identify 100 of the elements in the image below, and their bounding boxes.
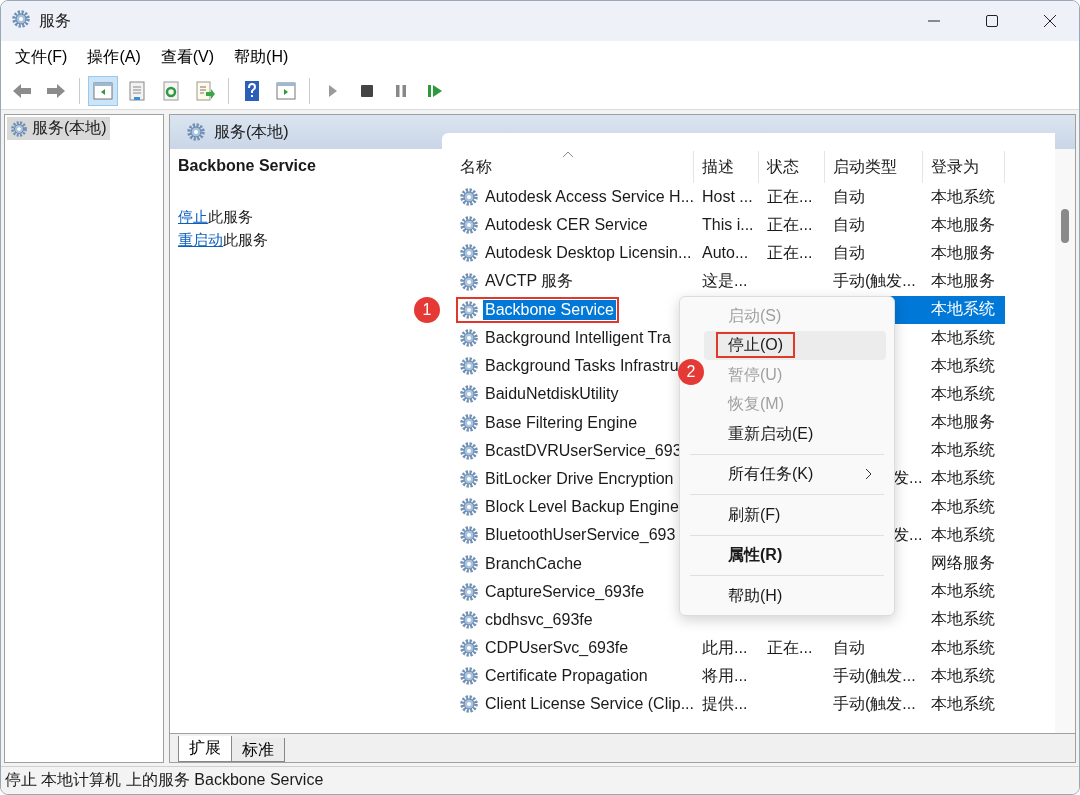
service-name-cell[interactable]: Background Tasks Infrastru	[483, 356, 681, 377]
service-name-cell[interactable]: cbdhsvc_693fe	[483, 609, 595, 630]
gear-icon	[459, 328, 479, 349]
context-menu-item[interactable]: 刷新(F)	[704, 500, 886, 530]
table-cell-text: 此用...	[702, 637, 748, 658]
gear-icon	[459, 553, 479, 574]
window-title: 服务	[39, 10, 72, 31]
menu-item[interactable]: 帮助(H)	[226, 43, 297, 71]
service-name-cell[interactable]: BranchCache	[483, 553, 584, 574]
table-cell-text: 正在...	[767, 214, 813, 235]
column-header[interactable]: 状态	[759, 151, 825, 183]
gear-icon	[459, 694, 479, 715]
service-name-cell[interactable]: Client License Service (Clip...	[483, 694, 696, 715]
tree-item[interactable]: 服务(本地)	[7, 117, 110, 140]
table-cell-text: 网络服务	[931, 553, 995, 574]
table-cell-text: 手动(触发...	[833, 271, 916, 292]
table-cell-text: 本地系统	[931, 496, 995, 517]
close-icon	[1043, 14, 1057, 28]
status-text: 停止 本地计算机 上的服务 Backbone Service	[1, 766, 1079, 794]
export-list-icon	[194, 80, 216, 102]
service-name-cell[interactable]: BaiduNetdiskUtility	[483, 384, 621, 405]
service-name-cell[interactable]: Autodesk Desktop Licensin...	[483, 243, 694, 264]
gear-icon	[459, 215, 479, 236]
annotation-badge: 1	[414, 296, 440, 323]
table-cell-text: 本地服务	[931, 271, 995, 292]
service-name-cell[interactable]: CDPUserSvc_693fe	[483, 638, 631, 659]
table-cell-text: 正在...	[767, 186, 813, 207]
action-link[interactable]: 停止	[178, 208, 208, 225]
table-cell-text: 本地系统	[931, 693, 995, 714]
column-header[interactable]: 登录为	[923, 151, 1005, 183]
column-header[interactable]: 描述	[694, 151, 759, 183]
table-cell-text: 本地服务	[931, 242, 995, 263]
service-name-cell[interactable]: BitLocker Drive Encryption	[483, 468, 676, 489]
service-name-cell[interactable]: Backbone Service	[483, 299, 616, 320]
window-pane-icon	[92, 80, 114, 102]
table-cell-text: 本地系统	[931, 581, 995, 602]
table-cell-text: 发...	[893, 524, 923, 545]
service-name: Backbone Service	[178, 157, 317, 175]
table-cell: Auto...	[702, 244, 749, 263]
service-name-cell[interactable]: CaptureService_693fe	[483, 581, 647, 602]
minimize-icon	[927, 20, 941, 22]
table-cell-text: 本地系统	[931, 299, 995, 320]
column-header[interactable]: 名称	[452, 151, 694, 183]
menu-item[interactable]: 操作(A)	[79, 43, 149, 71]
play-icon	[328, 84, 338, 98]
gear-icon	[459, 412, 479, 433]
table-cell-text: 自动	[833, 186, 865, 207]
table-cell-text: 本地系统	[931, 468, 995, 489]
table-cell-text: 本地系统	[931, 440, 995, 461]
sort-caret-icon	[562, 151, 574, 158]
table-cell: Host ...	[702, 188, 753, 207]
table-cell-text: 本地系统	[931, 327, 995, 348]
table-cell-text: 本地服务	[931, 412, 995, 433]
gear-icon	[11, 9, 31, 29]
table-cell-text: 提供...	[702, 693, 748, 714]
gear-icon	[459, 638, 479, 659]
table-cell: This i...	[702, 216, 754, 235]
maximize-icon	[985, 14, 999, 28]
table-cell-text: 正在...	[767, 637, 813, 658]
service-name-cell[interactable]: Certificate Propagation	[483, 666, 650, 687]
context-menu-item[interactable]: 停止(O)	[704, 330, 886, 360]
gear-icon	[459, 497, 479, 518]
action-text: 停止此服务	[178, 207, 254, 227]
context-menu-item[interactable]: 重新启动(E)	[704, 419, 886, 449]
table-cell-text: 手动(触发...	[833, 693, 916, 714]
gear-icon	[10, 119, 28, 138]
table-cell-text: 本地系统	[931, 524, 995, 545]
service-name-cell[interactable]: Autodesk CER Service	[483, 215, 650, 236]
menu-item[interactable]: 查看(V)	[152, 43, 223, 71]
gear-icon	[459, 609, 479, 630]
context-menu-item[interactable]: 帮助(H)	[704, 581, 886, 611]
service-name-cell[interactable]: BluetoothUserService_693	[483, 525, 678, 546]
gear-icon	[459, 299, 479, 320]
table-cell-text: 本地服务	[931, 214, 995, 235]
column-header[interactable]: 启动类型	[825, 151, 923, 183]
menu-item[interactable]: 文件(F)	[7, 43, 76, 71]
gear-icon	[459, 666, 479, 687]
gear-icon	[459, 243, 479, 264]
table-cell-text: 本地系统	[931, 609, 995, 630]
service-name-cell[interactable]: Autodesk Access Service H...	[483, 187, 696, 208]
table-cell-text: 自动	[833, 242, 865, 263]
context-menu-item[interactable]: 属性(R)	[704, 540, 886, 570]
scrollbar[interactable]	[1055, 149, 1075, 733]
pane-title: 服务(本地)	[214, 121, 289, 142]
context-menu-item[interactable]: 所有任务(K)	[704, 459, 886, 489]
table-cell-text: 本地系统	[931, 355, 995, 376]
table-cell-text: 发...	[893, 468, 923, 489]
tab[interactable]: 扩展	[178, 736, 232, 762]
service-name-cell[interactable]: AVCTP 服务	[483, 270, 576, 294]
service-name-cell[interactable]: Base Filtering Engine	[483, 412, 640, 433]
gear-icon	[459, 581, 479, 602]
gear-icon	[459, 187, 479, 208]
tab[interactable]: 标准	[231, 738, 285, 762]
table-cell-text: 本地系统	[931, 383, 995, 404]
document-icon	[126, 80, 148, 102]
service-name-cell[interactable]: Block Level Backup Engine	[483, 497, 681, 518]
action-link[interactable]: 重启动	[178, 231, 223, 248]
gear-icon	[186, 122, 206, 142]
service-name-cell[interactable]: Background Intelligent Tra	[483, 328, 673, 349]
gear-icon	[459, 356, 479, 377]
